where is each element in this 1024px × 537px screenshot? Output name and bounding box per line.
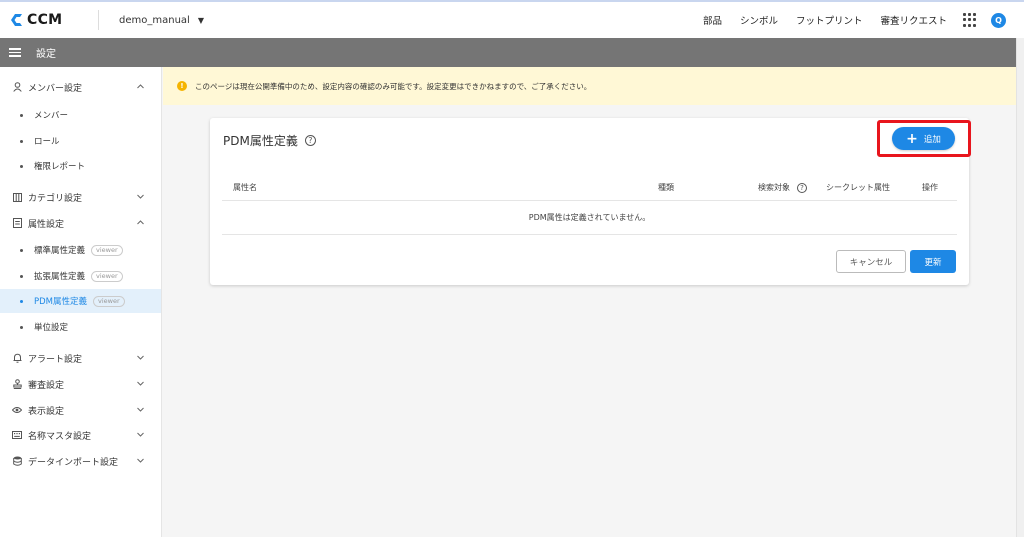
- sidebar-item-extended-attribute[interactable]: 拡張属性定義 viewer: [0, 264, 161, 288]
- apps-grid-icon[interactable]: [963, 13, 977, 27]
- column-header-actions: 操作: [922, 183, 938, 192]
- sidebar-item-label: 標準属性定義: [34, 246, 86, 256]
- page-scrollbar[interactable]: [1016, 38, 1024, 537]
- sidebar-section-attribute[interactable]: 属性設定: [0, 211, 161, 235]
- bell-icon: [12, 353, 22, 363]
- bullet: [20, 113, 23, 117]
- sidebar-item-label: 単位設定: [34, 323, 69, 333]
- logo-text: CCM: [27, 12, 63, 28]
- help-icon[interactable]: ?: [797, 182, 807, 193]
- project-name: demo_manual: [119, 14, 190, 26]
- person-icon: [12, 82, 22, 92]
- bullet: [20, 139, 23, 143]
- column-header-type: 種類: [658, 183, 674, 192]
- nav-review-request[interactable]: 審査リクエスト: [880, 13, 947, 27]
- keyboard-icon: [12, 430, 22, 440]
- column-header-searchable: 検索対象 ?: [758, 182, 807, 193]
- user-avatar[interactable]: Q: [991, 12, 1006, 28]
- plus-icon: +: [906, 130, 918, 147]
- category-icon: [12, 192, 22, 202]
- sidebar-section-display[interactable]: 表示設定: [0, 398, 161, 422]
- sidebar-item-pdm-attribute[interactable]: PDM属性定義 viewer: [0, 289, 161, 313]
- update-button[interactable]: 更新: [910, 250, 956, 273]
- page-title: 設定: [36, 49, 56, 60]
- column-header-secret: シークレット属性: [826, 183, 890, 192]
- sidebar-item-label: 拡張属性定義: [34, 272, 86, 282]
- warning-icon: !: [177, 81, 187, 91]
- card-title-text: PDM属性定義: [223, 134, 298, 148]
- nav-symbol[interactable]: シンボル: [740, 13, 778, 27]
- sidebar-section-review[interactable]: 審査設定: [0, 372, 161, 396]
- viewer-badge: viewer: [93, 295, 125, 307]
- sidebar-section-label: メンバー設定: [28, 83, 83, 94]
- sidebar-section-label: 属性設定: [28, 219, 65, 230]
- sidebar-item-permission-report[interactable]: 権限レポート: [0, 154, 161, 178]
- divider: [98, 10, 99, 30]
- pdm-attribute-card: PDM属性定義 ? + 追加 属性名 種類 検索対象 ? シークレット属性 操作…: [210, 118, 971, 285]
- eye-icon: [12, 405, 22, 415]
- top-nav: 部品 シンボル フットプリント 審査リクエスト Q: [685, 2, 1024, 38]
- sidebar-item-label: ロール: [34, 137, 60, 147]
- sidebar-section-member[interactable]: メンバー設定: [0, 75, 161, 99]
- bullet: [20, 164, 23, 168]
- sidebar-item-unit[interactable]: 単位設定: [0, 315, 161, 339]
- add-button[interactable]: + 追加: [892, 127, 955, 150]
- stamp-icon: [12, 379, 22, 389]
- chevron-down-icon: [137, 381, 144, 386]
- bullet: [20, 325, 23, 329]
- sidebar-item-standard-attribute[interactable]: 標準属性定義 viewer: [0, 238, 161, 262]
- chevron-down-icon: [137, 432, 144, 437]
- nav-parts[interactable]: 部品: [703, 13, 722, 27]
- sidebar: メンバー設定 メンバー ロール 権限レポート カテゴリ設定 属性設定 標準属性定…: [0, 67, 162, 537]
- attribute-table: 属性名 種類 検索対象 ? シークレット属性 操作 PDM属性は定義されていませ…: [222, 171, 957, 235]
- database-icon: [12, 456, 22, 466]
- sidebar-section-name-master[interactable]: 名称マスタ設定: [0, 423, 161, 447]
- chevron-down-icon: [137, 458, 144, 463]
- chevron-down-icon: [137, 407, 144, 412]
- sidebar-section-label: 審査設定: [28, 380, 65, 391]
- logo-mark-icon: [10, 13, 24, 27]
- card-title: PDM属性定義 ?: [223, 132, 316, 149]
- help-icon[interactable]: ?: [304, 135, 316, 146]
- notice-text: このページは現在公開準備中のため、設定内容の確認のみ可能です。設定変更はできかね…: [195, 81, 592, 91]
- viewer-badge: viewer: [91, 244, 123, 256]
- bullet: [20, 274, 23, 278]
- project-selector[interactable]: demo_manual ▼: [119, 15, 204, 26]
- sidebar-section-label: アラート設定: [28, 354, 83, 365]
- table-header: 属性名 種類 検索対象 ? シークレット属性 操作: [222, 171, 957, 201]
- sidebar-section-label: 名称マスタ設定: [28, 431, 92, 442]
- menu-icon[interactable]: [9, 48, 21, 57]
- sidebar-section-category[interactable]: カテゴリ設定: [0, 185, 161, 209]
- chevron-up-icon: [137, 220, 144, 225]
- notice-banner: ! このページは現在公開準備中のため、設定内容の確認のみ可能です。設定変更はでき…: [163, 67, 1016, 105]
- viewer-badge: viewer: [91, 270, 123, 282]
- caret-down-icon: ▼: [197, 15, 204, 25]
- sidebar-section-alert[interactable]: アラート設定: [0, 346, 161, 370]
- app-logo[interactable]: CCM: [10, 12, 90, 28]
- bullet: [20, 299, 23, 303]
- sidebar-item-label: メンバー: [34, 111, 69, 121]
- sidebar-item-member[interactable]: メンバー: [0, 103, 161, 127]
- column-header-searchable-label: 検索対象: [758, 183, 790, 192]
- column-header-name: 属性名: [233, 183, 257, 192]
- nav-footprint[interactable]: フットプリント: [796, 13, 863, 27]
- chevron-down-icon: [137, 194, 144, 199]
- empty-message: PDM属性は定義されていません。: [222, 201, 957, 235]
- top-bar: CCM demo_manual ▼ 部品 シンボル フットプリント 審査リクエス…: [0, 0, 1024, 38]
- document-icon: [12, 218, 22, 228]
- sidebar-section-label: データインポート設定: [28, 457, 119, 468]
- sidebar-item-role[interactable]: ロール: [0, 129, 161, 153]
- sidebar-section-data-import[interactable]: データインポート設定: [0, 449, 161, 473]
- cancel-button[interactable]: キャンセル: [836, 250, 906, 273]
- sidebar-section-label: カテゴリ設定: [28, 193, 83, 204]
- sidebar-section-label: 表示設定: [28, 406, 65, 417]
- bullet: [20, 248, 23, 252]
- sidebar-item-label: 権限レポート: [34, 162, 86, 172]
- sub-header: 設定: [0, 38, 1024, 67]
- chevron-up-icon: [137, 84, 144, 89]
- chevron-down-icon: [137, 355, 144, 360]
- sidebar-item-label: PDM属性定義: [34, 297, 88, 307]
- add-button-label: 追加: [923, 134, 941, 145]
